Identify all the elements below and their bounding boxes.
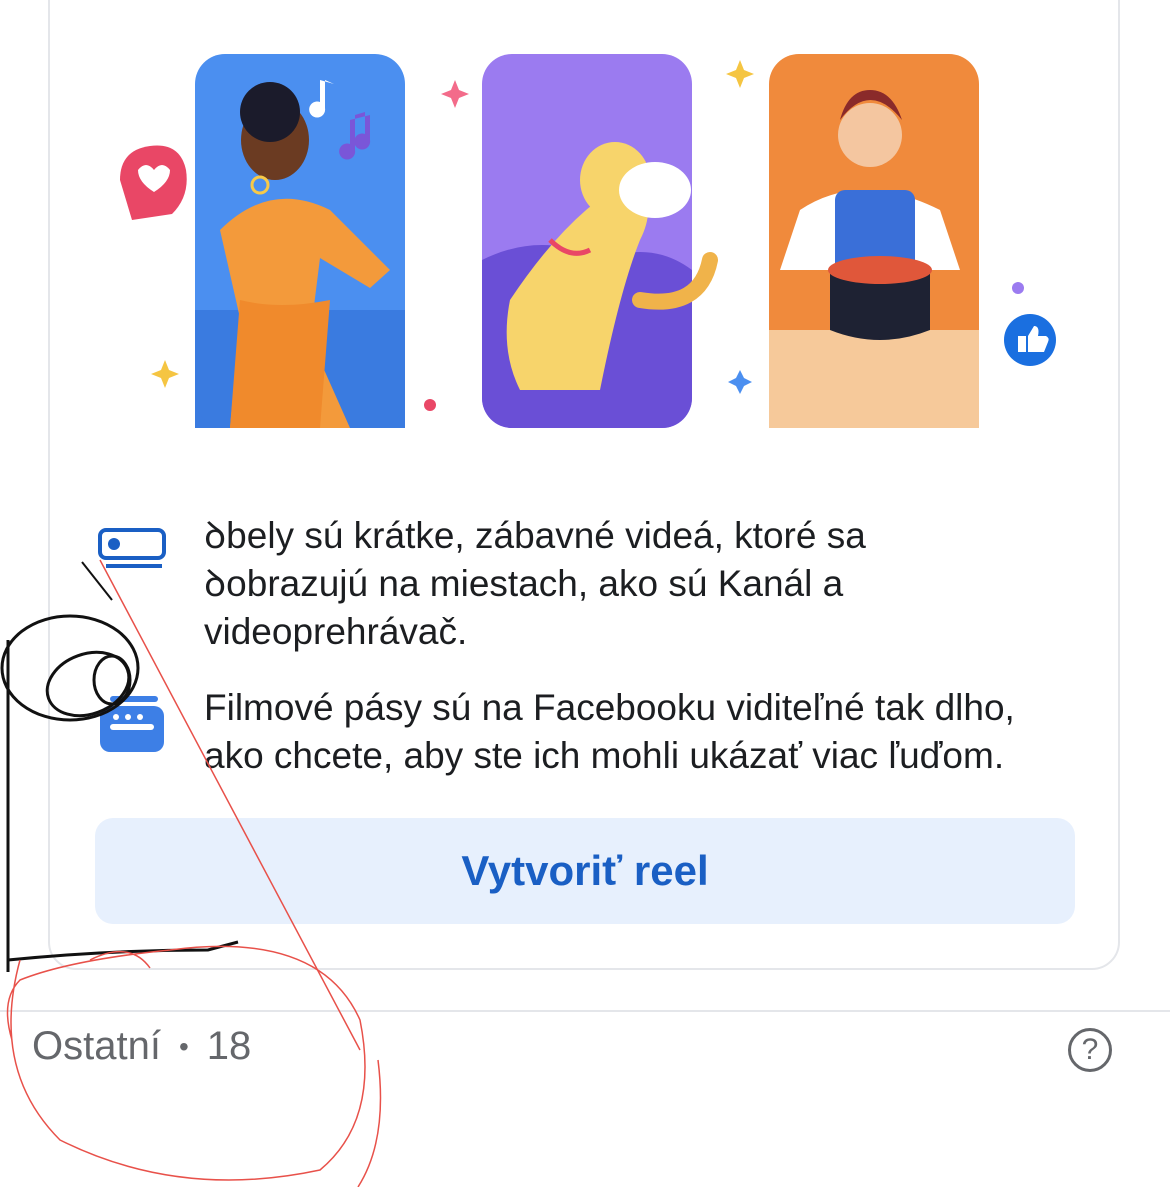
cook-panel <box>769 54 1056 428</box>
reels-illustration <box>120 54 1056 428</box>
create-reel-button[interactable]: Vytvoriť reel <box>95 818 1075 924</box>
info-line: videoprehrávač. <box>204 611 468 652</box>
heart-reaction-icon <box>120 145 187 220</box>
info-row-reels: ꝺbely sú krátke, zábavné videá, ktoré sa… <box>96 512 1106 662</box>
reels-promo-screen: ꝺbely sú krátke, zábavné videá, ktoré sa… <box>0 0 1170 1187</box>
sparkle-icon <box>441 80 469 108</box>
dancer-panel <box>195 54 405 428</box>
section-count: 18 <box>206 1024 252 1068</box>
film-strip-icon <box>100 696 164 752</box>
info-row-film-strips: Filmové pásy sú na Facebooku viditeľné t… <box>96 684 1106 794</box>
section-header-others: Ostatní • 18 <box>32 1024 251 1069</box>
section-divider <box>0 1010 1170 1012</box>
info-line: ꝺbely sú krátke, zábavné videá, ktoré sa <box>204 515 866 556</box>
reels-icon <box>98 528 166 568</box>
info-line: ꝺobrazujú na miestach, ako sú Kanál a <box>204 563 844 604</box>
sparkle-icon <box>728 370 752 394</box>
sparkle-icon <box>151 360 179 388</box>
help-icon[interactable]: ? <box>1068 1028 1112 1072</box>
section-title: Ostatní <box>32 1024 161 1068</box>
info-line: Filmové pásy sú na Facebooku viditeľné t… <box>204 687 1015 728</box>
dog-panel <box>482 54 718 428</box>
info-text-film-strips: Filmové pásy sú na Facebooku viditeľné t… <box>204 684 1104 780</box>
info-text-reels: ꝺbely sú krátke, zábavné videá, ktoré sa… <box>204 512 1104 656</box>
section-separator: • <box>178 1030 189 1062</box>
sparkle-icon <box>726 60 754 88</box>
info-line: ako chcete, aby ste ich mohli ukázať via… <box>204 735 1005 776</box>
